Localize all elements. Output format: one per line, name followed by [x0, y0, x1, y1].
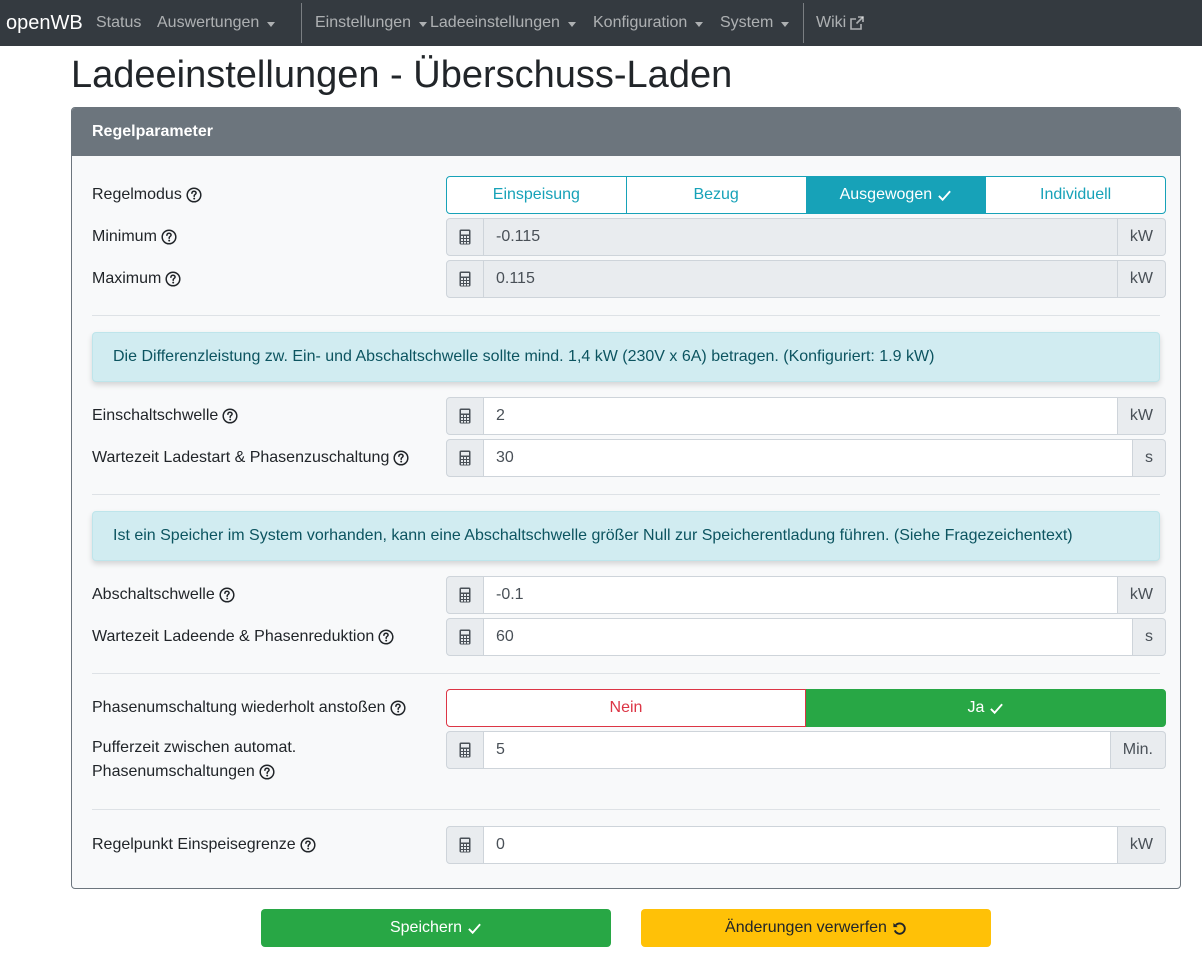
divider: [92, 809, 1160, 810]
check-icon: [989, 701, 1004, 716]
pufferzeit-unit: Min.: [1110, 731, 1166, 769]
calculator-icon[interactable]: [446, 576, 484, 614]
abschaltschwelle-unit: kW: [1117, 576, 1166, 614]
wartezeit-ladestart-input-group: s: [446, 439, 1166, 477]
chevron-down-icon: [695, 21, 704, 27]
card-header: Regelparameter: [72, 108, 1180, 156]
wartezeit-ladestart-label: Wartezeit Ladestart & Phasenzuschaltung: [92, 439, 409, 477]
nav-system[interactable]: System: [720, 0, 803, 46]
help-icon[interactable]: [186, 187, 202, 203]
calculator-icon[interactable]: [446, 439, 484, 477]
maximum-input-group: kW: [446, 260, 1166, 298]
divider: [92, 673, 1160, 674]
nav-konfiguration[interactable]: Konfiguration: [593, 0, 720, 46]
brand-logo[interactable]: openWB: [0, 12, 96, 35]
pufferzeit-input[interactable]: [484, 731, 1111, 769]
info-alert-differenz: Die Differenzleistung zw. Ein- und Absch…: [92, 332, 1160, 382]
divider: [92, 315, 1160, 316]
discard-changes-button[interactable]: Änderungen verwerfen: [641, 909, 991, 947]
wartezeit-ladestart-input[interactable]: [484, 439, 1133, 477]
einschaltschwelle-label: Einschaltschwelle: [92, 397, 238, 435]
regelmodus-einspeisung-button[interactable]: Einspeisung: [446, 176, 627, 214]
help-icon[interactable]: [378, 629, 394, 645]
minimum-input: [484, 218, 1118, 256]
nav-auswertungen[interactable]: Auswertungen: [157, 0, 301, 46]
phasenumschaltung-ja-button[interactable]: Ja: [806, 689, 1166, 727]
calculator-icon: [446, 218, 484, 256]
regelmodus-bezug-button[interactable]: Bezug: [625, 176, 807, 214]
regelpunkt-input[interactable]: [484, 826, 1118, 864]
regelmodus-individuell-button[interactable]: Individuell: [985, 176, 1166, 214]
einschaltschwelle-unit: kW: [1117, 397, 1166, 435]
page-title: Ladeeinstellungen - Überschuss-Laden: [71, 54, 733, 96]
wartezeit-ladeende-input[interactable]: [484, 618, 1133, 656]
chevron-down-icon: [267, 21, 276, 27]
divider: [92, 494, 1160, 495]
wartezeit-ladeende-unit: s: [1133, 618, 1166, 656]
navbar: openWB Status Auswertungen Einstellungen…: [0, 0, 1202, 46]
check-icon: [467, 921, 482, 936]
help-icon[interactable]: [161, 229, 177, 245]
check-icon: [937, 188, 952, 203]
calculator-icon[interactable]: [446, 618, 484, 656]
nav-wiki[interactable]: Wiki: [804, 0, 865, 46]
chevron-down-icon: [781, 21, 790, 27]
save-button[interactable]: Speichern: [261, 909, 611, 947]
regelpunkt-input-group: kW: [446, 826, 1166, 864]
help-icon[interactable]: [222, 408, 238, 424]
abschaltschwelle-input-group: kW: [446, 576, 1166, 614]
wartezeit-ladeende-label: Wartezeit Ladeende & Phasenreduktion: [92, 618, 394, 656]
wartezeit-ladeende-input-group: s: [446, 618, 1166, 656]
wartezeit-ladestart-unit: s: [1133, 439, 1166, 477]
undo-icon: [892, 921, 907, 936]
phasenumschaltung-nein-button[interactable]: Nein: [446, 689, 806, 727]
help-icon[interactable]: [300, 837, 316, 853]
phasenumschaltung-toggle: Nein Ja: [446, 689, 1166, 727]
minimum-unit: kW: [1117, 218, 1166, 256]
abschaltschwelle-input[interactable]: [484, 576, 1118, 614]
calculator-icon: [446, 260, 484, 298]
regelparameter-card: Regelparameter Regelmodus Einspeisung Be…: [71, 107, 1181, 889]
info-alert-speicher: Ist ein Speicher im System vorhanden, ka…: [92, 511, 1160, 561]
phasenumschaltung-label: Phasenumschaltung wiederholt anstoßen: [92, 689, 406, 727]
nav-status[interactable]: Status: [96, 0, 157, 46]
help-icon[interactable]: [393, 450, 409, 466]
regelpunkt-label: Regelpunkt Einspeisegrenze: [92, 826, 316, 864]
nav-ladeeinstellungen[interactable]: Ladeeinstellungen: [430, 0, 593, 46]
calculator-icon[interactable]: [446, 731, 484, 769]
regelmodus-button-group: Einspeisung Bezug Ausgewogen Individuell: [446, 176, 1166, 214]
maximum-unit: kW: [1117, 260, 1166, 298]
help-icon[interactable]: [390, 700, 406, 716]
maximum-label: Maximum: [92, 260, 181, 298]
abschaltschwelle-label: Abschaltschwelle: [92, 576, 235, 614]
minimum-input-group: kW: [446, 218, 1166, 256]
chevron-down-icon: [419, 21, 428, 27]
maximum-input: [484, 260, 1118, 298]
einschaltschwelle-input-group: kW: [446, 397, 1166, 435]
help-icon[interactable]: [259, 764, 275, 780]
help-icon[interactable]: [219, 587, 235, 603]
calculator-icon[interactable]: [446, 826, 484, 864]
regelpunkt-unit: kW: [1117, 826, 1166, 864]
help-icon[interactable]: [165, 271, 181, 287]
regelmodus-label: Regelmodus: [92, 176, 202, 214]
calculator-icon[interactable]: [446, 397, 484, 435]
chevron-down-icon: [567, 21, 576, 27]
pufferzeit-label: Pufferzeit zwischen automat. Phasenumsch…: [92, 739, 297, 780]
minimum-label: Minimum: [92, 218, 177, 256]
nav-einstellungen[interactable]: Einstellungen: [302, 0, 430, 46]
pufferzeit-input-group: Min.: [446, 731, 1166, 769]
regelmodus-ausgewogen-button[interactable]: Ausgewogen: [805, 176, 987, 214]
external-link-icon: [849, 15, 865, 31]
einschaltschwelle-input[interactable]: [484, 397, 1118, 435]
